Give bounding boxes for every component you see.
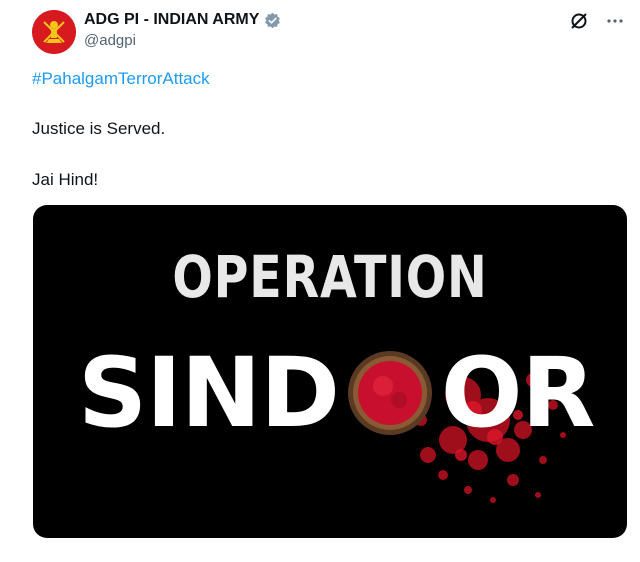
media-text-operation: OPERATION: [172, 243, 488, 311]
author-handle[interactable]: @adgpi: [84, 32, 136, 49]
tweet-actions: [568, 10, 626, 32]
tweet-card: ADG PI - INDIAN ARMY @adgpi #PahalgamTer…: [0, 0, 640, 562]
tweet-text-line-2: Jai Hind!: [32, 170, 99, 189]
verified-badge-icon: [265, 12, 281, 28]
media-text-sind: SIND: [78, 337, 340, 449]
author-name-row: ADG PI - INDIAN ARMY: [84, 11, 281, 29]
media-text-or: OR: [440, 337, 596, 449]
more-options-icon[interactable]: [604, 10, 626, 32]
author-display-name[interactable]: ADG PI - INDIAN ARMY: [84, 11, 259, 29]
tweet-text-line-1: Justice is Served.: [32, 119, 166, 138]
tweet-media-image[interactable]: OPERATION SIND OR: [33, 205, 627, 538]
media-sindoor-row: SIND OR: [78, 337, 596, 449]
sindoor-bowl-icon: [347, 351, 432, 435]
grok-icon[interactable]: [568, 10, 590, 32]
army-emblem-icon: [32, 10, 76, 54]
grok-glyph-icon: [571, 13, 587, 29]
more-dots-icon: [607, 19, 623, 23]
avatar[interactable]: [32, 10, 76, 54]
hashtag-link[interactable]: #PahalgamTerrorAttack: [32, 69, 210, 89]
